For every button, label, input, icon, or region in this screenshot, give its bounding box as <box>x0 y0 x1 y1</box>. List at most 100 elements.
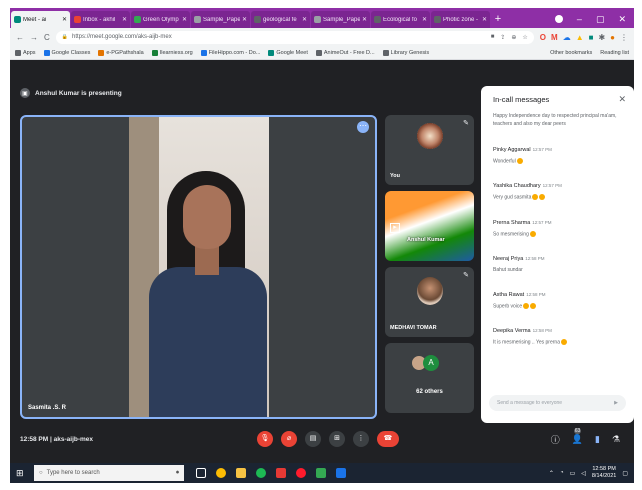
chat-icon[interactable]: ▮ <box>595 434 600 445</box>
profile-icon[interactable] <box>554 15 563 23</box>
taskbar-clock[interactable]: 12:58 PM 8/14/2021 <box>592 466 616 480</box>
send-icon[interactable]: ▶ <box>614 400 618 406</box>
mic-off-icon: ✎ <box>463 272 469 279</box>
new-tab-button[interactable]: + <box>490 11 506 28</box>
close-tab-icon[interactable]: ✕ <box>122 16 127 23</box>
chat-message: Astha Rawat 12:58 PM Superb voice <box>481 283 634 309</box>
app-icon[interactable] <box>316 468 326 478</box>
taskbar-search[interactable]: ○ Type here to search ⏺ <box>34 465 184 481</box>
url-text[interactable]: https://meet.google.com/aks-aijb-mex <box>72 34 172 40</box>
minimize-button[interactable]: – <box>577 10 582 28</box>
participant-tile-medhavi[interactable]: ✎ MEDHAVI TOMAR <box>385 267 474 337</box>
tab-photic-zone[interactable]: Photic zone - ✕ <box>431 11 490 28</box>
close-tab-icon[interactable]: ✕ <box>362 16 367 23</box>
zoom-icon[interactable]: ⊕ <box>511 34 516 41</box>
network-icon[interactable]: ◔ <box>560 470 564 476</box>
bookmark-apps[interactable]: Apps <box>15 49 36 56</box>
mic-off-button[interactable]: 🎙 <box>257 431 273 447</box>
info-icon[interactable]: ⓘ <box>551 433 560 446</box>
bookmark-google-meet[interactable]: Google Meet <box>268 49 308 56</box>
tile-options-button[interactable]: ⋯ <box>357 121 369 133</box>
browser-menu-icon[interactable]: ⋮ <box>620 33 628 42</box>
app-icon[interactable] <box>336 468 346 478</box>
gmail-extension-icon[interactable]: M <box>551 33 558 42</box>
reload-button[interactable]: C <box>44 33 50 42</box>
close-tab-icon[interactable]: ✕ <box>242 16 247 23</box>
close-window-button[interactable]: ✕ <box>618 10 626 28</box>
side-panel-controls: ⓘ 63 👤 ▮ ⚗ <box>551 427 620 446</box>
captions-button[interactable]: ▤ <box>305 431 321 447</box>
tab-ecological[interactable]: Ecological fo ✕ <box>371 11 430 28</box>
chrome-icon[interactable] <box>216 468 226 478</box>
present-button[interactable]: ⊞ <box>329 431 345 447</box>
puzzle-extensions-icon[interactable]: ✱ <box>598 33 605 42</box>
tab-sample-paper-2[interactable]: Sample_Pape ✕ <box>311 11 370 28</box>
others-tile[interactable]: A 62 others <box>385 343 474 413</box>
window-controls: – ▢ ✕ <box>554 10 634 28</box>
spotify-icon[interactable] <box>256 468 266 478</box>
extensions-area: O M ☁ ▲ ■ ✱ ● ⋮ <box>540 33 628 42</box>
mic-icon[interactable]: ⏺ <box>176 470 179 477</box>
reading-list[interactable]: Reading list <box>600 50 629 56</box>
opera-icon[interactable] <box>296 468 306 478</box>
self-tile[interactable]: ✎ You <box>385 115 474 185</box>
opera-extension-icon[interactable]: O <box>540 33 546 42</box>
chat-input[interactable]: Send a message to everyone ▶ <box>489 395 626 411</box>
close-tab-icon[interactable]: ✕ <box>482 16 487 23</box>
tray-chevron-icon[interactable]: ⌃ <box>549 470 554 477</box>
end-call-button[interactable]: ☎ <box>377 431 399 447</box>
windows-start-icon[interactable]: ⊞ <box>16 468 28 479</box>
message-time: 12:57 PM <box>532 219 552 225</box>
chat-message-text: Happy Independence day to respected prin… <box>493 113 617 127</box>
meet-extension-icon[interactable]: ■ <box>589 33 594 42</box>
bookmark-filehippo[interactable]: FileHippo.com - Do... <box>200 49 260 56</box>
activities-icon[interactable]: ⚗ <box>612 434 620 445</box>
battery-icon[interactable]: ▭ <box>570 470 576 477</box>
search-placeholder[interactable]: Type here to search <box>47 470 100 476</box>
forward-button[interactable]: → <box>30 33 38 42</box>
cloud-extension-icon[interactable]: ☁ <box>563 33 571 42</box>
file-explorer-icon[interactable] <box>236 468 246 478</box>
maximize-button[interactable]: ▢ <box>596 10 605 28</box>
other-bookmarks[interactable]: Other bookmarks <box>550 50 592 56</box>
bookmark-google-classes[interactable]: Google Classes <box>43 49 91 56</box>
bookmark-animeout[interactable]: AnimeOut - Free D... <box>315 49 375 56</box>
tab-green-olympiad[interactable]: Green Olymp ✕ <box>131 11 190 28</box>
tab-sample-paper-1[interactable]: Sample_Pape ✕ <box>191 11 250 28</box>
participant-avatar <box>417 277 443 305</box>
camera-off-button[interactable]: ⌀ <box>281 431 297 447</box>
close-tab-icon[interactable]: ✕ <box>62 16 67 23</box>
close-tab-icon[interactable]: ✕ <box>182 16 187 23</box>
address-bar[interactable]: 🔒 https://meet.google.com/aks-aijb-mex ■… <box>55 30 534 44</box>
people-button[interactable]: 63 👤 <box>572 427 583 445</box>
close-tab-icon[interactable]: ✕ <box>422 16 427 23</box>
camera-icon[interactable]: ■ <box>491 34 495 41</box>
more-options-button[interactable]: ⋮ <box>353 431 369 447</box>
bookmark-epg-pathshala[interactable]: e-PGPathshala <box>98 49 144 56</box>
presenter-tile[interactable]: ▸ Anshul Kumar <box>385 191 474 261</box>
volume-icon[interactable]: ◁ <box>581 470 586 477</box>
windows-taskbar: ⊞ ○ Type here to search ⏺ ⌃ ◔ ▭ ◁ 12:58 … <box>10 463 634 483</box>
close-tab-icon[interactable]: ✕ <box>302 16 307 23</box>
share-icon[interactable]: ⇪ <box>500 34 505 41</box>
profile-avatar-icon[interactable]: ● <box>610 33 615 42</box>
pdf-icon[interactable] <box>276 468 286 478</box>
main-video-tile[interactable]: ⋯ Sasmita .S. R <box>20 115 377 419</box>
bookmark-ilearniess[interactable]: Ilearniess.org <box>151 49 193 56</box>
notification-icon[interactable]: ▢ <box>622 470 628 477</box>
bookmark-star-icon[interactable]: ☆ <box>522 34 527 41</box>
chat-input-placeholder[interactable]: Send a message to everyone <box>497 400 562 406</box>
back-button[interactable]: ← <box>16 33 24 42</box>
bookmark-library-genesis[interactable]: Library Genesis <box>382 49 429 56</box>
participant-name: You <box>390 173 400 179</box>
people-count-badge: 63 <box>573 427 582 434</box>
close-icon[interactable]: ✕ <box>618 94 626 105</box>
tab-geological[interactable]: geological fe ✕ <box>251 11 310 28</box>
clock-date: 8/14/2021 <box>591 473 617 479</box>
mic-off-icon: ✎ <box>463 120 469 127</box>
tab-inbox[interactable]: Inbox - akhil ✕ <box>71 11 130 28</box>
bookmark-label: Google Classes <box>51 49 91 56</box>
task-view-icon[interactable] <box>196 468 206 478</box>
drive-extension-icon[interactable]: ▲ <box>576 33 584 42</box>
tab-meet[interactable]: Meet - ai ✕ <box>11 11 70 28</box>
